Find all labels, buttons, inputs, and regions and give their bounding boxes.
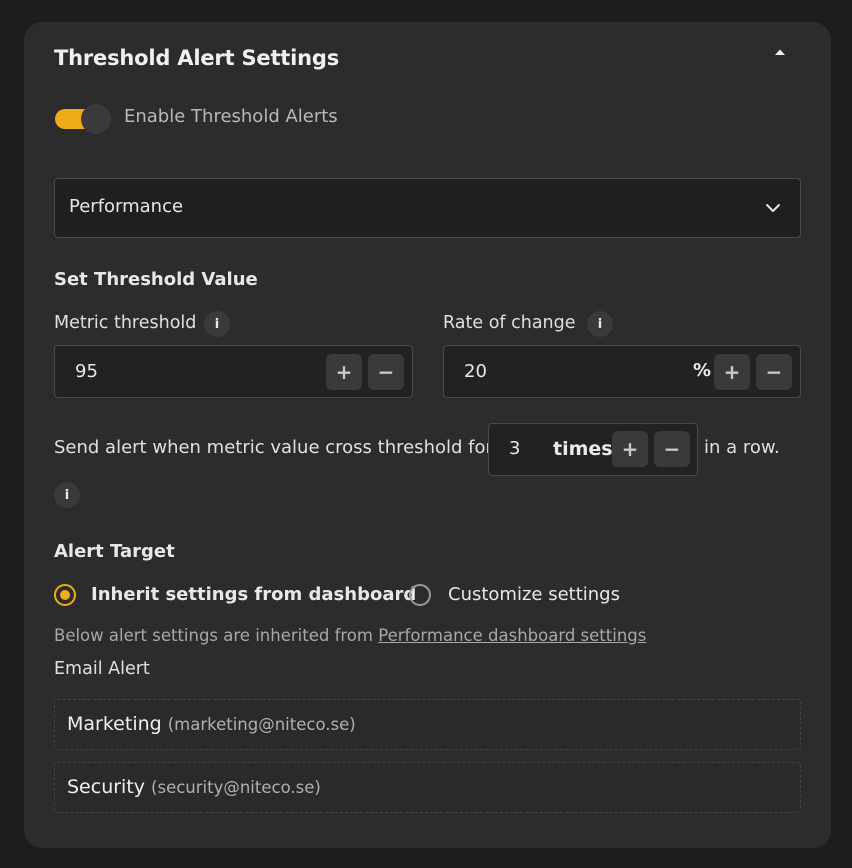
rate-of-change-input[interactable]: 20 % + −: [443, 345, 801, 398]
enable-alerts-label: Enable Threshold Alerts: [124, 106, 338, 127]
category-select-value: Performance: [69, 196, 184, 217]
caret-up-icon: [775, 49, 785, 55]
metric-increment-button[interactable]: +: [326, 354, 362, 390]
repeat-count-input[interactable]: 3 times + −: [488, 423, 698, 476]
repeat-decrement-button[interactable]: −: [654, 431, 690, 467]
rate-of-change-label: Rate of change: [443, 313, 576, 333]
recipient-name: Marketing: [67, 713, 162, 735]
rate-increment-button[interactable]: +: [714, 354, 750, 390]
panel-title: Threshold Alert Settings: [54, 46, 340, 70]
threshold-heading: Set Threshold Value: [54, 269, 258, 290]
collapse-button[interactable]: [772, 46, 788, 58]
metric-threshold-value: 95: [75, 361, 98, 382]
radio-inherit[interactable]: [54, 584, 76, 606]
email-recipient-row: Security (security@niteco.se): [54, 762, 801, 813]
repeat-count-unit: times: [553, 438, 613, 460]
recipient-email: (marketing@niteco.se): [167, 715, 356, 734]
chevron-down-icon: [766, 204, 780, 212]
metric-decrement-button[interactable]: −: [368, 354, 404, 390]
rate-unit: %: [693, 360, 712, 381]
category-select[interactable]: Performance: [54, 178, 801, 238]
inherit-note: Below alert settings are inherited from …: [54, 626, 646, 645]
rate-of-change-value: 20: [464, 361, 487, 382]
email-alert-heading: Email Alert: [54, 659, 150, 679]
metric-threshold-label: Metric threshold: [54, 313, 197, 333]
radio-inherit-label[interactable]: Inherit settings from dashboard: [91, 584, 416, 605]
email-recipient-row: Marketing (marketing@niteco.se): [54, 699, 801, 750]
enable-alerts-toggle[interactable]: [55, 103, 112, 135]
alert-target-heading: Alert Target: [54, 541, 175, 562]
repeat-info-icon[interactable]: i: [54, 482, 80, 508]
toggle-knob: [81, 104, 111, 134]
repeat-prefix-text: Send alert when metric value cross thres…: [54, 437, 493, 458]
repeat-count-value: 3: [509, 438, 521, 459]
repeat-suffix-text: in a row.: [704, 437, 780, 458]
inherit-note-text: Below alert settings are inherited from: [54, 626, 373, 645]
metric-threshold-input[interactable]: 95 + −: [54, 345, 413, 398]
dashboard-settings-link[interactable]: Performance dashboard settings: [378, 626, 646, 645]
recipient-email: (security@niteco.se): [151, 778, 321, 797]
rate-of-change-info-icon[interactable]: i: [587, 311, 613, 337]
metric-threshold-info-icon[interactable]: i: [204, 311, 230, 337]
radio-customize-label[interactable]: Customize settings: [448, 584, 620, 605]
threshold-alert-panel: Threshold Alert Settings Enable Threshol…: [24, 22, 831, 848]
radio-dot: [60, 590, 70, 600]
recipient-name: Security: [67, 776, 146, 798]
repeat-increment-button[interactable]: +: [612, 431, 648, 467]
radio-customize[interactable]: [409, 584, 431, 606]
rate-decrement-button[interactable]: −: [756, 354, 792, 390]
